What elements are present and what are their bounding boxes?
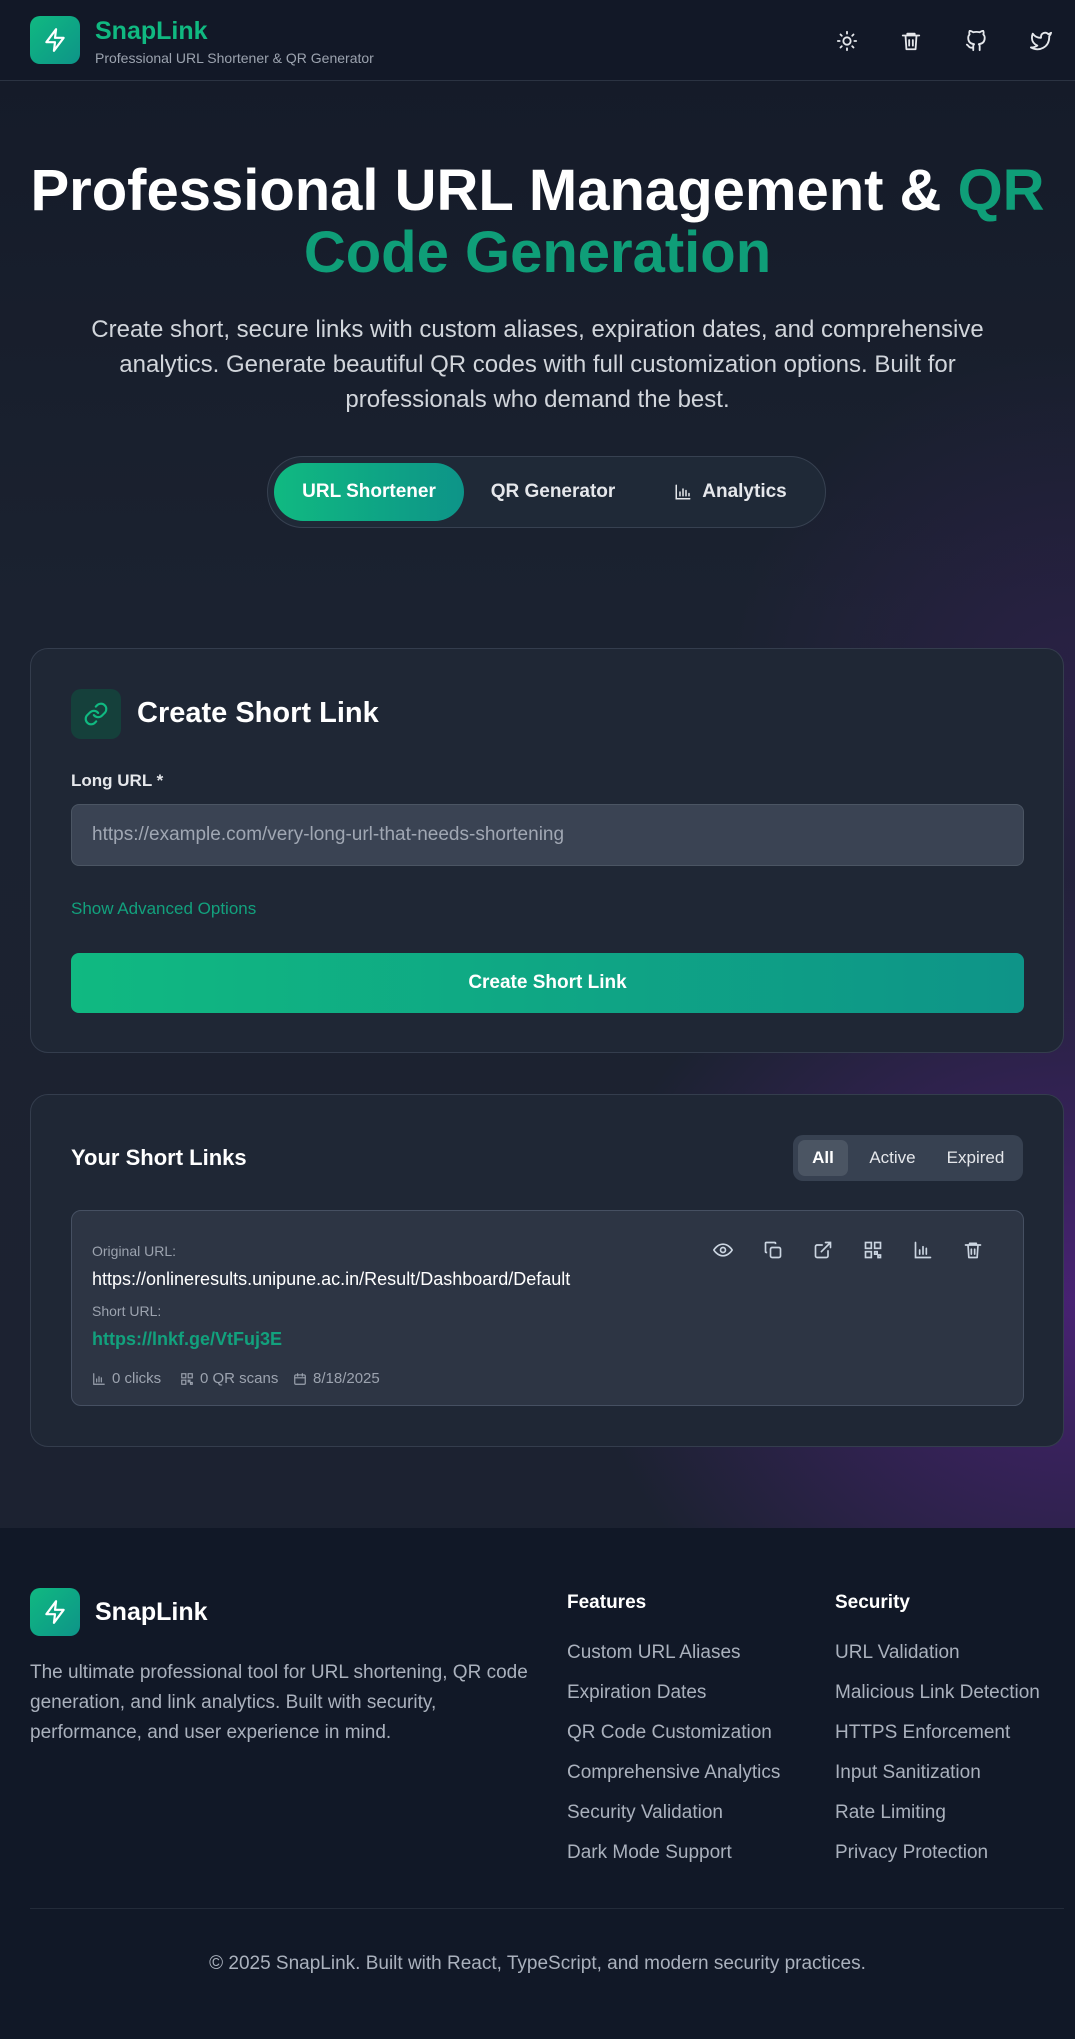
theme-toggle-button[interactable] <box>832 26 862 56</box>
hero-title-main: Professional URL Management & <box>30 158 958 223</box>
tab-label: Analytics <box>702 481 787 502</box>
show-advanced-options-link[interactable]: Show Advanced Options <box>71 899 256 919</box>
security-item: Malicious Link Detection <box>835 1682 1040 1703</box>
long-url-input[interactable] <box>71 804 1024 866</box>
calendar-icon <box>294 1372 306 1385</box>
copy-icon <box>764 1241 782 1259</box>
lightning-icon <box>45 28 65 52</box>
footer-brand: SnapLink <box>95 1598 208 1626</box>
features-list: Custom URL Aliases Expiration Dates QR C… <box>567 1641 780 1881</box>
feature-item: Dark Mode Support <box>567 1842 732 1863</box>
link-item: Original URL: https://onlineresults.unip… <box>71 1210 1024 1406</box>
main-tabs: URL Shortener QR Generator Analytics <box>267 456 826 528</box>
long-url-label: Long URL * <box>71 771 164 790</box>
original-url-label: Original URL: <box>92 1243 177 1259</box>
qr-scans-stat: 0 QR scans <box>180 1370 278 1387</box>
copyright: © 2025 SnapLink. Built with React, TypeS… <box>209 1953 866 1974</box>
bar-chart-icon <box>675 484 691 500</box>
created-date-stat: 8/18/2025 <box>293 1370 380 1387</box>
original-url: https://onlineresults.unipune.ac.in/Resu… <box>92 1269 571 1289</box>
github-link[interactable] <box>961 26 991 56</box>
links-title: Your Short Links <box>71 1145 247 1170</box>
clicks-stat: 0 clicks <box>92 1370 161 1387</box>
created-date: 8/18/2025 <box>313 1370 380 1387</box>
view-link-button[interactable] <box>710 1237 736 1263</box>
github-icon <box>965 30 986 52</box>
analytics-button[interactable] <box>910 1237 936 1263</box>
security-item: URL Validation <box>835 1642 960 1663</box>
security-item: Rate Limiting <box>835 1802 946 1823</box>
sun-icon <box>836 30 858 52</box>
clear-all-button[interactable] <box>896 26 926 56</box>
qr-code-icon <box>864 1241 882 1259</box>
security-item: Privacy Protection <box>835 1842 989 1863</box>
tab-analytics[interactable]: Analytics <box>643 463 818 521</box>
brand-tagline: Professional URL Shortener & QR Generato… <box>95 50 374 66</box>
feature-item: Security Validation <box>567 1802 723 1823</box>
tab-label: URL Shortener <box>302 481 436 502</box>
hero-subtitle: Create short, secure links with custom a… <box>91 316 984 413</box>
create-short-link-button[interactable]: Create Short Link <box>71 953 1024 1013</box>
copy-link-button[interactable] <box>760 1237 786 1263</box>
card-icon <box>71 689 121 739</box>
qr-code-button[interactable] <box>860 1237 886 1263</box>
security-title: Security <box>835 1592 910 1613</box>
brand-name: SnapLink <box>95 17 208 45</box>
card-title: Create Short Link <box>137 697 379 729</box>
logo[interactable] <box>30 16 80 64</box>
open-link-button[interactable] <box>810 1237 836 1263</box>
external-link-icon <box>814 1241 832 1259</box>
bar-chart-icon <box>93 1372 105 1385</box>
twitter-icon <box>1030 31 1052 51</box>
top-header: SnapLink Professional URL Shortener & QR… <box>0 0 1075 81</box>
security-list: URL Validation Malicious Link Detection … <box>835 1641 1040 1881</box>
tab-url-shortener[interactable]: URL Shortener <box>274 463 464 521</box>
create-link-card: Create Short Link Long URL * Show Advanc… <box>30 648 1064 1053</box>
security-item: HTTPS Enforcement <box>835 1722 1011 1743</box>
short-url-label: Short URL: <box>92 1303 162 1319</box>
tab-qr-generator[interactable]: QR Generator <box>473 463 633 521</box>
hero-title: Professional URL Management & QR Code Ge… <box>0 160 1075 284</box>
footer-divider <box>30 1908 1064 1909</box>
footer: SnapLink The ultimate professional tool … <box>0 1528 1075 2039</box>
feature-item: Comprehensive Analytics <box>567 1762 781 1783</box>
qr-scans-count: 0 QR scans <box>200 1370 279 1387</box>
short-links-card: Your Short Links All Active Expired Orig… <box>30 1094 1064 1447</box>
filter-active[interactable]: Active <box>855 1140 930 1176</box>
features-title: Features <box>567 1592 647 1613</box>
filter-all[interactable]: All <box>798 1140 848 1176</box>
qr-code-icon <box>181 1372 193 1385</box>
twitter-link[interactable] <box>1026 26 1056 56</box>
filter-expired[interactable]: Expired <box>933 1140 1018 1176</box>
footer-description: The ultimate professional tool for URL s… <box>30 1662 528 1743</box>
bar-chart-icon <box>914 1241 932 1259</box>
feature-item: Custom URL Aliases <box>567 1642 741 1663</box>
trash-icon <box>964 1242 982 1259</box>
links-filter: All Active Expired <box>793 1135 1023 1181</box>
delete-link-button[interactable] <box>960 1237 986 1263</box>
clicks-count: 0 clicks <box>112 1370 162 1387</box>
footer-logo <box>30 1588 80 1636</box>
feature-item: QR Code Customization <box>567 1722 772 1743</box>
security-item: Input Sanitization <box>835 1762 981 1783</box>
tab-label: QR Generator <box>490 481 616 502</box>
lightning-icon <box>45 1600 65 1624</box>
trash-icon <box>901 32 921 51</box>
eye-icon <box>713 1243 733 1257</box>
link-icon <box>84 702 108 726</box>
short-url-link[interactable]: https://lnkf.ge/VtFuj3E <box>92 1329 282 1350</box>
feature-item: Expiration Dates <box>567 1682 707 1703</box>
